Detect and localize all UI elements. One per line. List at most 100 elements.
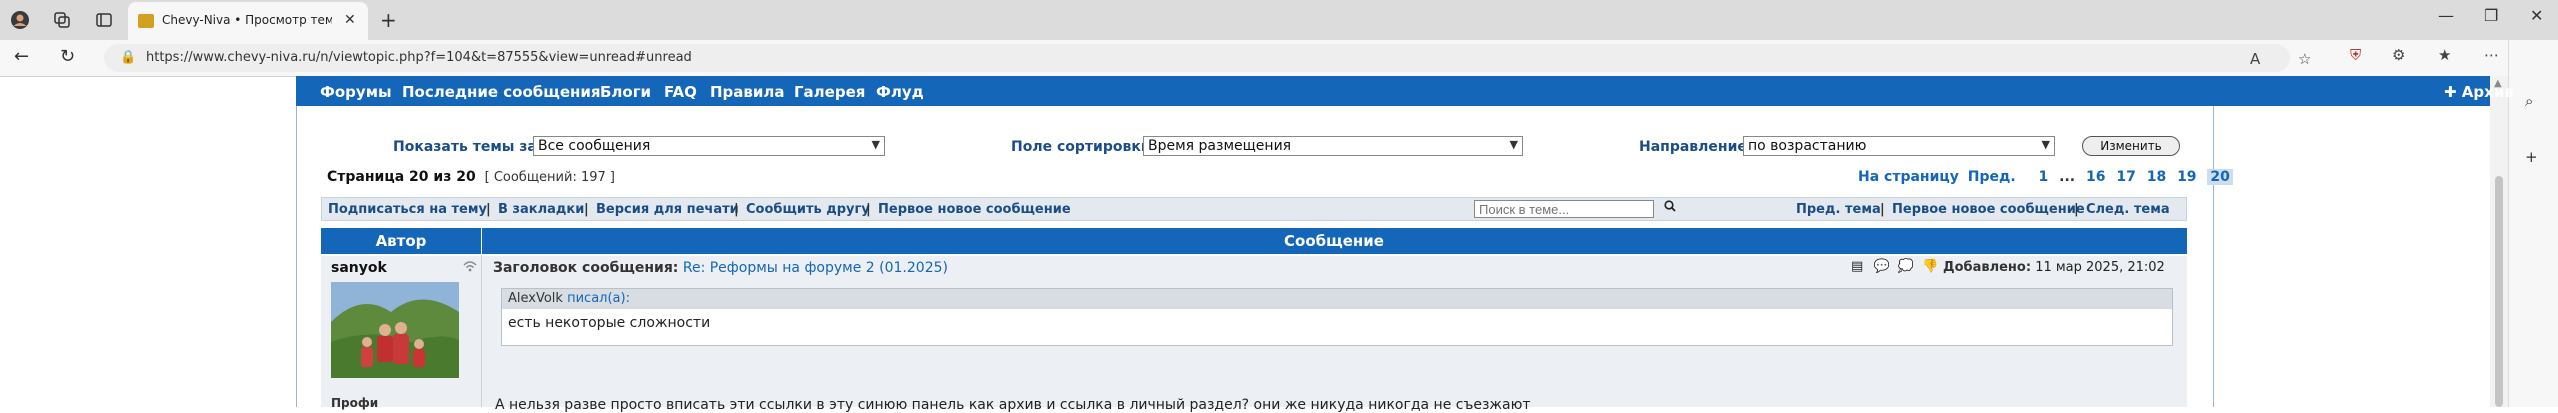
profile-icon[interactable] [8,8,32,32]
quote-wrote-label: писал(а): [567,291,630,306]
online-status-icon [463,260,477,275]
forum-post: sanyok Профи Заголовок сообщения: Re: Ре… [321,256,2187,413]
sort-field-label: Поле сортировки [1011,139,1151,155]
minimize-icon[interactable]: — [2438,6,2454,25]
close-window-icon[interactable]: ✕ [2530,6,2543,25]
show-topics-select[interactable]: Все сообщения ▼ [533,136,885,156]
direction-value: по возрастанию [1748,138,1867,154]
page-link-18[interactable]: 18 [2147,169,2166,185]
next-topic-link[interactable]: След. тема [2086,202,2170,217]
new-tab-icon[interactable]: + [380,8,397,32]
nav-rules[interactable]: Правила [710,83,785,101]
dislike-icon[interactable]: 👎 [1922,259,1938,274]
sidebar-add-icon[interactable]: + [2525,148,2538,166]
browser-tab-active[interactable]: Chevy-Niva • Просмотр темы - Р ✕ [128,2,368,40]
address-bar-row: ← ↻ 🔒 https://www.chevy-niva.ru/n/viewto… [0,40,2558,77]
archive-label: Архив [2461,83,2514,101]
message-count: [ Сообщений: 197 ] [484,170,615,185]
post-action-icons: ▤ 💬 💭 👎 [1851,259,1938,274]
scroll-thumb[interactable] [2495,176,2503,407]
toolbar-separator: | [584,202,589,217]
topic-toolbar: Подписаться на тему | В закладки | Верси… [321,197,2187,221]
goto-page-label[interactable]: На страницу [1858,169,1959,185]
show-topics-value: Все сообщения [538,138,651,154]
change-button[interactable]: Изменить [2082,136,2180,156]
nav-gallery[interactable]: Галерея [794,83,865,101]
reply-bubble-icon[interactable]: 💬 [1873,259,1889,274]
direction-label: Направление [1639,139,1747,155]
address-bar[interactable]: 🔒 https://www.chevy-niva.ru/n/viewtopic.… [104,44,2311,72]
extension-shield-icon[interactable]: ⛨ [2350,46,2361,64]
toolbar-separator: | [1880,202,1885,217]
pagination-ellipsis: ... [2059,169,2076,185]
author-rank: Профи [331,396,379,410]
toolbar-separator: | [486,202,491,217]
page-link-16[interactable]: 16 [2086,169,2105,185]
lock-icon[interactable]: 🔒 [120,50,136,65]
direction-select[interactable]: по возрастанию ▼ [1743,136,2055,156]
post-subject[interactable]: Re: Реформы на форуме 2 (01.2025) [683,260,948,276]
read-aloud-icon[interactable]: A [2250,50,2260,68]
nav-latest-messages[interactable]: Последние сообщения [402,83,601,101]
quote-bubble-icon[interactable]: 💭 [1898,259,1914,274]
post-subject-line: Заголовок сообщения: Re: Реформы на фору… [493,260,948,276]
page-link-17[interactable]: 17 [2116,169,2135,185]
author-avatar[interactable] [331,282,459,378]
search-icon[interactable] [1664,200,1676,216]
tab-title: Chevy-Niva • Просмотр темы - Р [162,13,332,27]
extensions-icon[interactable]: ⚙ [2392,46,2405,64]
nav-forums[interactable]: Форумы [320,83,392,101]
favorites-icon[interactable]: ★ [2438,46,2451,64]
tab-close-icon[interactable]: ✕ [344,12,356,28]
chevron-down-icon: ▼ [871,138,880,151]
favorite-star-icon[interactable]: ☆ [2298,50,2311,68]
posts-table-header: Автор Сообщение [321,228,2187,254]
page-scrollbar[interactable]: ▲ [2490,76,2508,407]
browser-tabstrip: Chevy-Niva • Просмотр темы - Р ✕ + — ❐ ✕ [0,0,2558,40]
sort-field-select[interactable]: Время размещения ▼ [1143,136,1523,156]
post-body: А нельзя разве просто вписать эти ссылки… [495,397,1531,413]
date-label: Добавлено: [1943,260,2032,275]
message-column-header: Сообщение [1284,232,1384,250]
page-link-1[interactable]: 1 [2039,169,2049,185]
print-version-link[interactable]: Версия для печати [596,202,739,217]
refresh-icon[interactable]: ↻ [60,46,75,67]
menu-icon[interactable]: ⋯ [2484,46,2499,64]
report-post-icon[interactable]: ▤ [1851,259,1863,274]
site-favicon-icon [138,14,154,28]
vertical-tabs-icon[interactable] [92,8,116,32]
post-author-name[interactable]: sanyok [331,260,387,276]
topic-content: Показать темы за: Все сообщения ▼ Поле со… [296,106,2233,413]
back-icon[interactable]: ← [14,46,29,67]
nav-flood[interactable]: Флуд [876,83,924,101]
quote-block: AlexVolk писал(а): есть некоторые сложно… [501,288,2173,346]
url-text[interactable]: https://www.chevy-niva.ru/n/viewtopic.ph… [146,50,692,65]
nav-blogs[interactable]: Блоги [600,83,651,101]
chevron-down-icon: ▼ [1509,138,1518,151]
prev-topic-link[interactable]: Пред. тема [1796,202,1881,217]
subscribe-link[interactable]: Подписаться на тему [328,202,487,217]
post-author-column: sanyok Профи [321,256,482,410]
post-date: 11 мар 2025, 21:02 [2035,260,2165,275]
sidebar-search-icon[interactable]: ⌕ [2525,92,2533,110]
quote-author: AlexVolk [508,291,563,306]
toolbar-separator: | [734,202,739,217]
first-new-message-right-link[interactable]: Первое новое сообщение [1892,202,2085,217]
edge-sidebar: ⌕ + [2508,40,2558,407]
nav-faq[interactable]: FAQ [664,83,697,101]
page-info: Страница 20 из 20 [ Сообщений: 197 ] [327,169,615,185]
quote-header: AlexVolk писал(а): [502,289,2172,309]
pin-icon: ✚ [2444,83,2462,101]
topic-search-input[interactable] [1474,200,1654,218]
first-new-message-link[interactable]: Первое новое сообщение [878,202,1071,217]
tell-friend-link[interactable]: Сообщить другу [746,202,870,217]
chevron-down-icon: ▼ [2041,138,2050,151]
sort-field-value: Время размещения [1148,138,1292,154]
prev-page-link[interactable]: Пред. [1968,169,2016,185]
bookmark-link[interactable]: В закладки [498,202,584,217]
workspaces-icon[interactable] [50,8,74,32]
page-link-19[interactable]: 19 [2177,169,2196,185]
restore-icon[interactable]: ❐ [2484,6,2498,25]
page-label: Страница 20 из 20 [327,169,476,185]
nav-archive[interactable]: ✚ Архив [2444,83,2514,101]
